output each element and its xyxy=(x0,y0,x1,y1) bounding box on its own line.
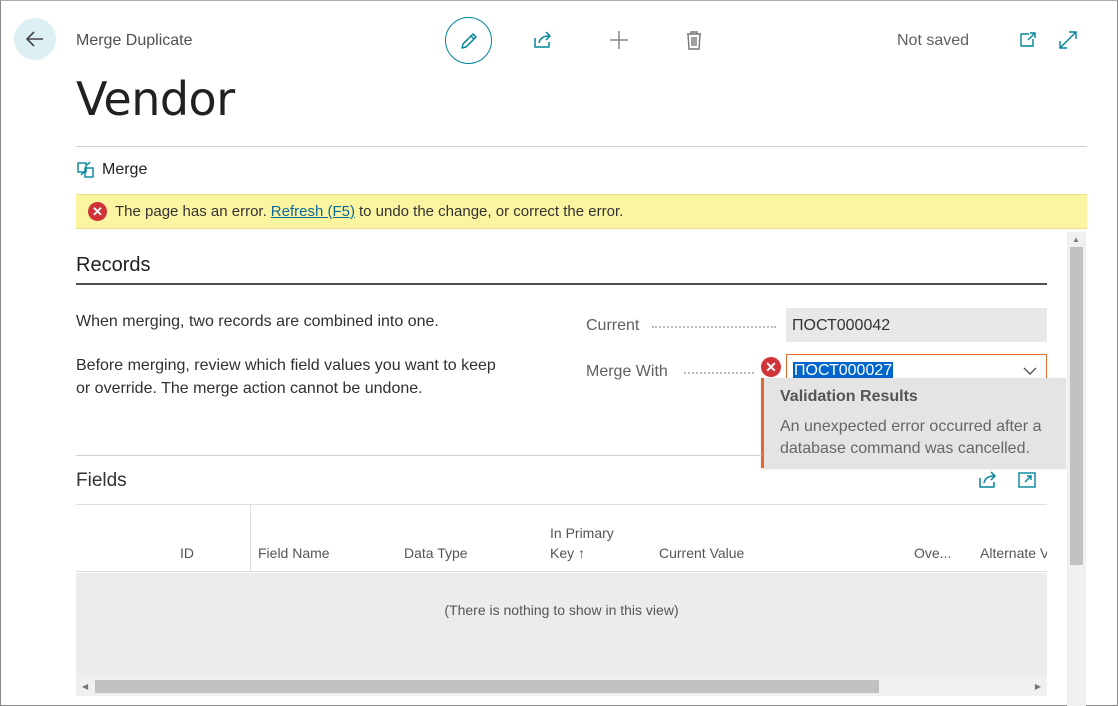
records-description-2a: Before merging, review which field value… xyxy=(76,357,496,374)
save-status: Not saved xyxy=(897,32,970,49)
merge-with-dots xyxy=(684,372,754,374)
records-divider xyxy=(76,283,1047,285)
plus-icon xyxy=(610,31,628,49)
scroll-left-icon[interactable]: ◀ xyxy=(82,682,88,691)
back-button[interactable] xyxy=(14,18,56,60)
tooltip-body-2: database command was cancelled. xyxy=(780,440,1030,457)
new-button[interactable] xyxy=(607,28,631,52)
delete-button[interactable] xyxy=(682,28,706,52)
col-override[interactable]: Ove... xyxy=(914,545,951,561)
validation-tooltip: Validation Results An unexpected error o… xyxy=(761,378,1066,468)
tooltip-title: Validation Results xyxy=(780,388,918,405)
scroll-right-icon[interactable]: ▶ xyxy=(1035,682,1041,691)
merge-with-value: ПОСТ000027 xyxy=(793,362,894,379)
fields-grid-header: ID Field Name Data Type In Primary Key ↑… xyxy=(76,504,1047,572)
merge-with-label: Merge With xyxy=(586,363,668,380)
error-text-prefix: The page has an error. xyxy=(115,203,267,220)
col-id[interactable]: ID xyxy=(180,545,194,561)
current-field: ПОСТ000042 xyxy=(786,308,1047,342)
tooltip-body-1: An unexpected error occurred after a xyxy=(780,418,1042,435)
open-new-window-button[interactable] xyxy=(1016,28,1040,52)
error-bar: ✕ The page has an error. Refresh (F5) to… xyxy=(76,194,1087,229)
page-title: Vendor xyxy=(76,72,235,126)
page-caption: Merge Duplicate xyxy=(76,32,193,49)
empty-message: (There is nothing to show in this view) xyxy=(444,602,679,618)
records-description-1: When merging, two records are combined i… xyxy=(76,313,439,330)
refresh-link[interactable]: Refresh (F5) xyxy=(271,203,355,220)
merge-action-button[interactable]: Merge xyxy=(76,160,147,180)
col-field-name[interactable]: Field Name xyxy=(258,545,330,561)
expand-icon xyxy=(1059,31,1077,49)
vertical-scrollbar[interactable]: ▲ xyxy=(1067,232,1086,706)
scroll-up-icon[interactable]: ▲ xyxy=(1072,235,1080,244)
fields-title: Fields xyxy=(76,470,127,491)
fields-grid-body: (There is nothing to show in this view) xyxy=(76,573,1047,677)
fields-expand-button[interactable] xyxy=(1016,469,1038,491)
records-description-2b: or override. The merge action cannot be … xyxy=(76,380,423,397)
col-in-primary-key-2[interactable]: Key ↑ xyxy=(550,545,585,561)
vertical-scroll-thumb[interactable] xyxy=(1070,247,1083,565)
col-data-type[interactable]: Data Type xyxy=(404,545,468,561)
pencil-icon xyxy=(460,32,477,49)
open-new-window-icon xyxy=(1020,32,1036,47)
edit-button[interactable] xyxy=(445,17,492,64)
column-separator xyxy=(250,505,251,572)
error-text-suffix: to undo the change, or correct the error… xyxy=(358,203,624,220)
share-button[interactable] xyxy=(531,28,555,52)
open-in-new-icon xyxy=(1018,472,1036,488)
chevron-down-icon[interactable] xyxy=(1022,364,1038,378)
header-divider xyxy=(76,146,1087,147)
horizontal-scroll-thumb[interactable] xyxy=(95,680,879,693)
col-alternate-value[interactable]: Alternate V xyxy=(980,545,1047,561)
fields-divider-top xyxy=(76,455,762,456)
merge-icon xyxy=(77,161,94,178)
trash-icon xyxy=(687,31,701,50)
horizontal-scrollbar[interactable]: ◀ ▶ xyxy=(76,677,1047,696)
share-icon xyxy=(534,31,551,48)
fields-share-button[interactable] xyxy=(977,469,999,491)
current-dots xyxy=(652,326,776,328)
field-error-icon: ✕ xyxy=(761,357,781,377)
expand-button[interactable] xyxy=(1056,28,1080,52)
col-current-value[interactable]: Current Value xyxy=(659,545,744,561)
current-label: Current xyxy=(586,317,640,334)
records-title: Records xyxy=(76,254,151,276)
share-icon xyxy=(979,471,996,488)
merge-action-label: Merge xyxy=(102,161,148,178)
arrow-left-icon xyxy=(25,31,43,47)
col-in-primary-key-1[interactable]: In Primary xyxy=(550,525,614,541)
error-icon: ✕ xyxy=(88,202,107,221)
